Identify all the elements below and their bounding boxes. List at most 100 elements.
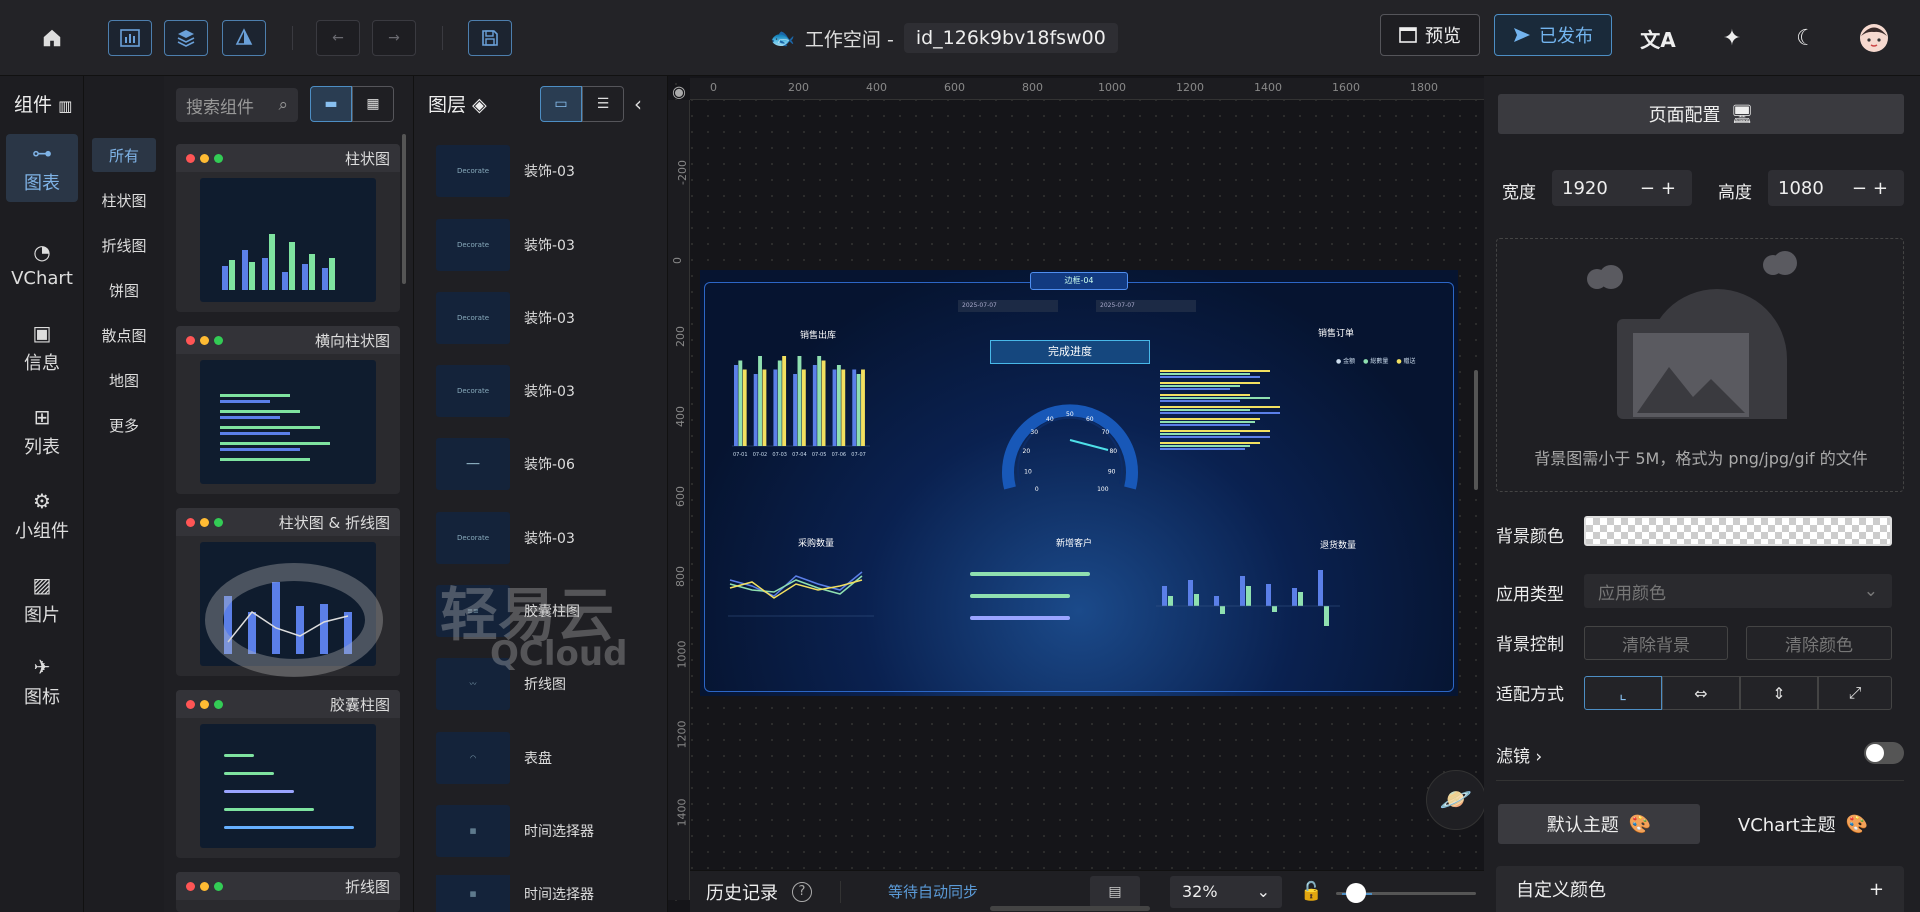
- layer-item[interactable]: ━━━ 装饰-06: [436, 435, 666, 493]
- layer-item[interactable]: Decorate 装饰-03: [436, 289, 666, 347]
- stepper-icon[interactable]: −+: [1852, 178, 1894, 199]
- magic-wand-icon[interactable]: ✦: [1714, 20, 1750, 56]
- redo-button[interactable]: →: [372, 20, 416, 56]
- publish-button[interactable]: 已发布: [1494, 14, 1612, 56]
- date-picker-2[interactable]: 2025-07-07: [1096, 300, 1196, 312]
- details-toggle[interactable]: [222, 20, 266, 56]
- component-card-line[interactable]: 折线图: [176, 872, 400, 912]
- layer-thumb-view-button[interactable]: ▭: [540, 86, 582, 122]
- vchart-theme-tab[interactable]: VChart主题 🎨: [1702, 804, 1904, 844]
- layer-item[interactable]: ▦ 时间选择器: [436, 875, 666, 912]
- plus-icon[interactable]: +: [1869, 879, 1884, 900]
- canvas-scrollbar-horizontal[interactable]: [990, 906, 1150, 911]
- app-type-select[interactable]: 应用颜色 ⌄: [1584, 574, 1892, 608]
- layer-item[interactable]: Decorate 装饰-03: [436, 509, 666, 567]
- fit-height-button[interactable]: ⇕: [1740, 676, 1818, 710]
- rail-item-widget[interactable]: ⚙ 小组件: [6, 482, 78, 550]
- history-button[interactable]: 历史记录: [706, 879, 778, 905]
- bg-image-upload[interactable]: 背景图需小于 5M，格式为 png/jpg/gif 的文件: [1496, 238, 1904, 492]
- translate-icon[interactable]: 文A: [1640, 20, 1676, 56]
- fit-full-button[interactable]: ⤢: [1818, 676, 1892, 710]
- filter-toggle[interactable]: [1864, 742, 1904, 764]
- grid-icon: ▦: [366, 96, 380, 112]
- preview-button[interactable]: 预览: [1380, 14, 1480, 56]
- default-theme-tab[interactable]: 默认主题 🎨: [1498, 804, 1700, 844]
- rail-item-image[interactable]: ▨ 图片: [6, 566, 78, 634]
- palette-icon: 🎨: [1845, 813, 1869, 835]
- subcat-pie[interactable]: 饼图: [92, 273, 156, 307]
- x-tick-label: 07-05: [812, 452, 827, 458]
- eye-icon[interactable]: ◉: [672, 82, 686, 101]
- avatar[interactable]: [1856, 20, 1892, 56]
- bar: [742, 369, 747, 446]
- layer-item[interactable]: 〰折线图: [436, 655, 666, 713]
- fit-width-button[interactable]: ⇔: [1662, 676, 1740, 710]
- page-config-tab[interactable]: 页面配置 🖥: [1498, 94, 1904, 134]
- minimap-toggle[interactable]: ▤: [1090, 875, 1140, 908]
- subcat-map[interactable]: 地图: [92, 363, 156, 397]
- layer-thumb: Decorate: [436, 145, 510, 197]
- undo-button[interactable]: ←: [316, 20, 360, 56]
- workspace-info: 🐟 工作空间 - id_126k9bv18fsw00: [770, 20, 1118, 56]
- layers-toggle[interactable]: [164, 20, 208, 56]
- send-icon: [1514, 28, 1530, 42]
- stepper-icon[interactable]: −+: [1640, 178, 1682, 199]
- rail-item-info[interactable]: ▣ 信息: [6, 314, 78, 382]
- help-icon[interactable]: ?: [792, 881, 812, 902]
- rail-item-list[interactable]: ⊞ 列表: [6, 398, 78, 466]
- subcat-more[interactable]: 更多: [92, 408, 156, 442]
- bar: [856, 374, 861, 446]
- rail-item-vchart[interactable]: ◔ VChart: [6, 230, 78, 298]
- component-scrollbar[interactable]: [402, 134, 406, 284]
- bg-color-picker[interactable]: [1584, 516, 1892, 546]
- gauge-tick-label: 100: [1097, 486, 1109, 493]
- zoom-select[interactable]: 32% ⌄: [1170, 875, 1282, 908]
- fish-icon: 🐟: [770, 26, 795, 50]
- layer-thumb: ▦: [436, 805, 510, 857]
- subcat-scatter[interactable]: 散点图: [92, 318, 156, 352]
- zoom-slider-handle[interactable]: [1346, 883, 1366, 903]
- subcat-bar[interactable]: 柱状图: [92, 183, 156, 217]
- custom-color-section[interactable]: 自定义颜色 +: [1496, 866, 1904, 912]
- layer-item[interactable]: Decorate 装饰-03: [436, 362, 666, 420]
- date-picker-1[interactable]: 2025-07-07: [958, 300, 1058, 312]
- planet-icon[interactable]: 🪐: [1426, 770, 1486, 830]
- rail-item-icon[interactable]: ✈ 图标: [6, 648, 78, 716]
- workspace-id[interactable]: id_126k9bv18fsw00: [903, 23, 1118, 53]
- layer-item[interactable]: Decorate 装饰-03: [436, 216, 666, 274]
- layer-item[interactable]: Decorate 装饰-03: [436, 142, 666, 200]
- save-button[interactable]: [468, 20, 512, 56]
- chart-panel-toggle[interactable]: [108, 20, 152, 56]
- width-input[interactable]: 1920 −+: [1552, 170, 1692, 206]
- layer-thumb: ━━━: [436, 438, 510, 490]
- layer-item[interactable]: ≡≡ 胶囊柱图: [436, 582, 666, 640]
- subcat-line[interactable]: 折线图: [92, 228, 156, 262]
- view-single-button[interactable]: ▬: [310, 86, 352, 122]
- fit-auto-button[interactable]: ⌞: [1584, 676, 1662, 710]
- moon-icon[interactable]: ☾: [1788, 20, 1824, 56]
- height-input[interactable]: 1080 −+: [1768, 170, 1904, 206]
- panel-title-sales-order: 销售订单: [1318, 329, 1355, 339]
- purchase-line-chart: [728, 571, 874, 617]
- component-card-bar[interactable]: 柱状图: [176, 144, 400, 312]
- search-input[interactable]: 搜索组件 ⌕: [176, 88, 298, 122]
- clear-bg-button[interactable]: 清除背景: [1584, 626, 1728, 660]
- component-card-bar-line[interactable]: 柱状图 & 折线图: [176, 508, 400, 676]
- bg-color-label: 背景颜色: [1496, 527, 1564, 547]
- lock-icon[interactable]: 🔓: [1300, 881, 1322, 902]
- collapse-icon[interactable]: ‹: [634, 92, 642, 116]
- component-card-hbar[interactable]: 横向柱状图: [176, 326, 400, 494]
- rail-item-chart[interactable]: ⊶ 图表: [6, 134, 78, 202]
- canvas-scrollbar-vertical[interactable]: [1474, 370, 1478, 490]
- layer-item[interactable]: ▦ 时间选择器: [436, 802, 666, 860]
- layer-item[interactable]: ◠ 表盘: [436, 729, 666, 787]
- component-card-capsule[interactable]: 胶囊柱图: [176, 690, 400, 858]
- home-icon[interactable]: [34, 20, 70, 56]
- layer-list-view-button[interactable]: ☰: [582, 86, 624, 122]
- view-grid-button[interactable]: ▦: [352, 86, 394, 122]
- dashboard-preview[interactable]: 边框-04 2025-07-07 2025-07-07 完成进度 销售出库 销售…: [700, 270, 1458, 696]
- subcat-all[interactable]: 所有: [92, 138, 156, 172]
- bar: [777, 360, 782, 446]
- clear-color-button[interactable]: 清除颜色: [1746, 626, 1892, 660]
- filter-label[interactable]: 滤镜 ›: [1496, 742, 1542, 767]
